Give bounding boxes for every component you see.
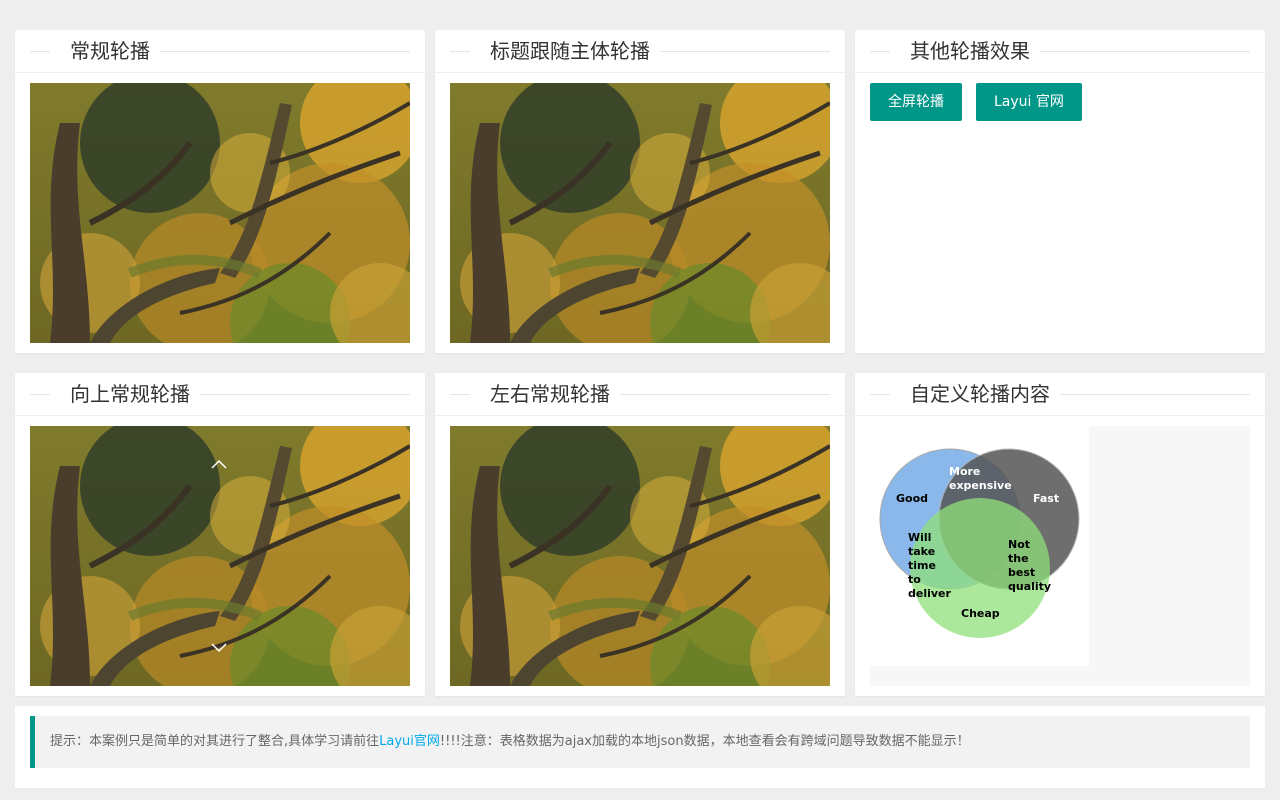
panel-title: 自定义轮播内容 (900, 382, 1060, 406)
panel-title: 常规轮播 (60, 39, 160, 63)
carousel-image (30, 83, 410, 343)
venn-label-expensive: expensive (949, 479, 1012, 492)
panel-header: 标题跟随主体轮播 (435, 30, 845, 73)
panel-header: 自定义轮播内容 (855, 373, 1265, 416)
tip-notice: 提示：本案例只是简单的对其进行了整合,具体学习请前往Layui官网!!!!注意：… (30, 716, 1250, 768)
fullscreen-carousel-button[interactable]: 全屏轮播 (870, 83, 962, 121)
divider (30, 51, 50, 52)
carousel-image (450, 426, 830, 686)
panel-title: 标题跟随主体轮播 (480, 39, 660, 63)
venn-label-more: More (949, 465, 980, 478)
panel-header: 常规轮播 (15, 30, 425, 73)
venn-label-cheap: Cheap (961, 607, 1000, 620)
venn-label-to: to (908, 573, 921, 586)
divider (605, 394, 830, 395)
divider (645, 51, 830, 52)
carousel-normal[interactable] (30, 83, 410, 343)
chevron-down-icon[interactable] (211, 640, 227, 656)
venn-label-take: take (908, 545, 935, 558)
panel-left-right-carousel: 左右常规轮播 (435, 373, 845, 696)
layui-official-button[interactable]: Layui 官网 (976, 83, 1082, 121)
panel-title: 向上常规轮播 (60, 382, 200, 406)
venn-label-deliver: deliver (908, 587, 952, 600)
panel-title: 左右常规轮播 (480, 382, 620, 406)
divider (870, 51, 890, 52)
divider (870, 394, 890, 395)
panel-normal-carousel: 常规轮播 (15, 30, 425, 353)
tip-suffix: !!!!注意：表格数据为ajax加载的本地json数据，本地查看会有跨域问题导致… (439, 734, 970, 749)
panel-header: 其他轮播效果 (855, 30, 1265, 73)
panel-title-follow-carousel: 标题跟随主体轮播 (435, 30, 845, 353)
layui-official-link[interactable]: Layui官网 (379, 734, 440, 749)
chevron-up-icon[interactable] (211, 456, 227, 472)
venn-label-will: Will (908, 531, 931, 544)
venn-label-quality: quality (1008, 580, 1051, 593)
venn-label-good: Good (896, 492, 928, 505)
divider (145, 51, 410, 52)
panel-up-carousel: 向上常规轮播 (15, 373, 425, 696)
carousel-title-follow[interactable] (450, 83, 830, 343)
venn-label-time: time (908, 559, 936, 572)
tip-panel: 提示：本案例只是简单的对其进行了整合,具体学习请前往Layui官网!!!!注意：… (15, 706, 1265, 788)
tip-prefix: 提示：本案例只是简单的对其进行了整合,具体学习请前往 (50, 734, 380, 749)
divider (1045, 394, 1250, 395)
panel-header: 左右常规轮播 (435, 373, 845, 416)
divider (1025, 51, 1250, 52)
venn-label-fast: Fast (1033, 492, 1059, 505)
venn-label-not: Not (1008, 538, 1030, 551)
venn-label-best: best (1008, 566, 1035, 579)
divider (185, 394, 410, 395)
panel-custom-carousel: 自定义轮播内容 Good More expensive Fast Will ta… (855, 373, 1265, 696)
venn-label-the: the (1008, 552, 1029, 565)
panel-title: 其他轮播效果 (900, 39, 1040, 63)
divider (450, 51, 470, 52)
panel-header: 向上常规轮播 (15, 373, 425, 416)
carousel-image (450, 83, 830, 343)
carousel-up[interactable] (30, 426, 410, 686)
carousel-custom[interactable]: Good More expensive Fast Will take time … (870, 426, 1250, 686)
venn-diagram: Good More expensive Fast Will take time … (870, 426, 1089, 666)
carousel-left-right[interactable] (450, 426, 830, 686)
divider (30, 394, 50, 395)
divider (450, 394, 470, 395)
panel-other-effects: 其他轮播效果 全屏轮播 Layui 官网 (855, 30, 1265, 353)
